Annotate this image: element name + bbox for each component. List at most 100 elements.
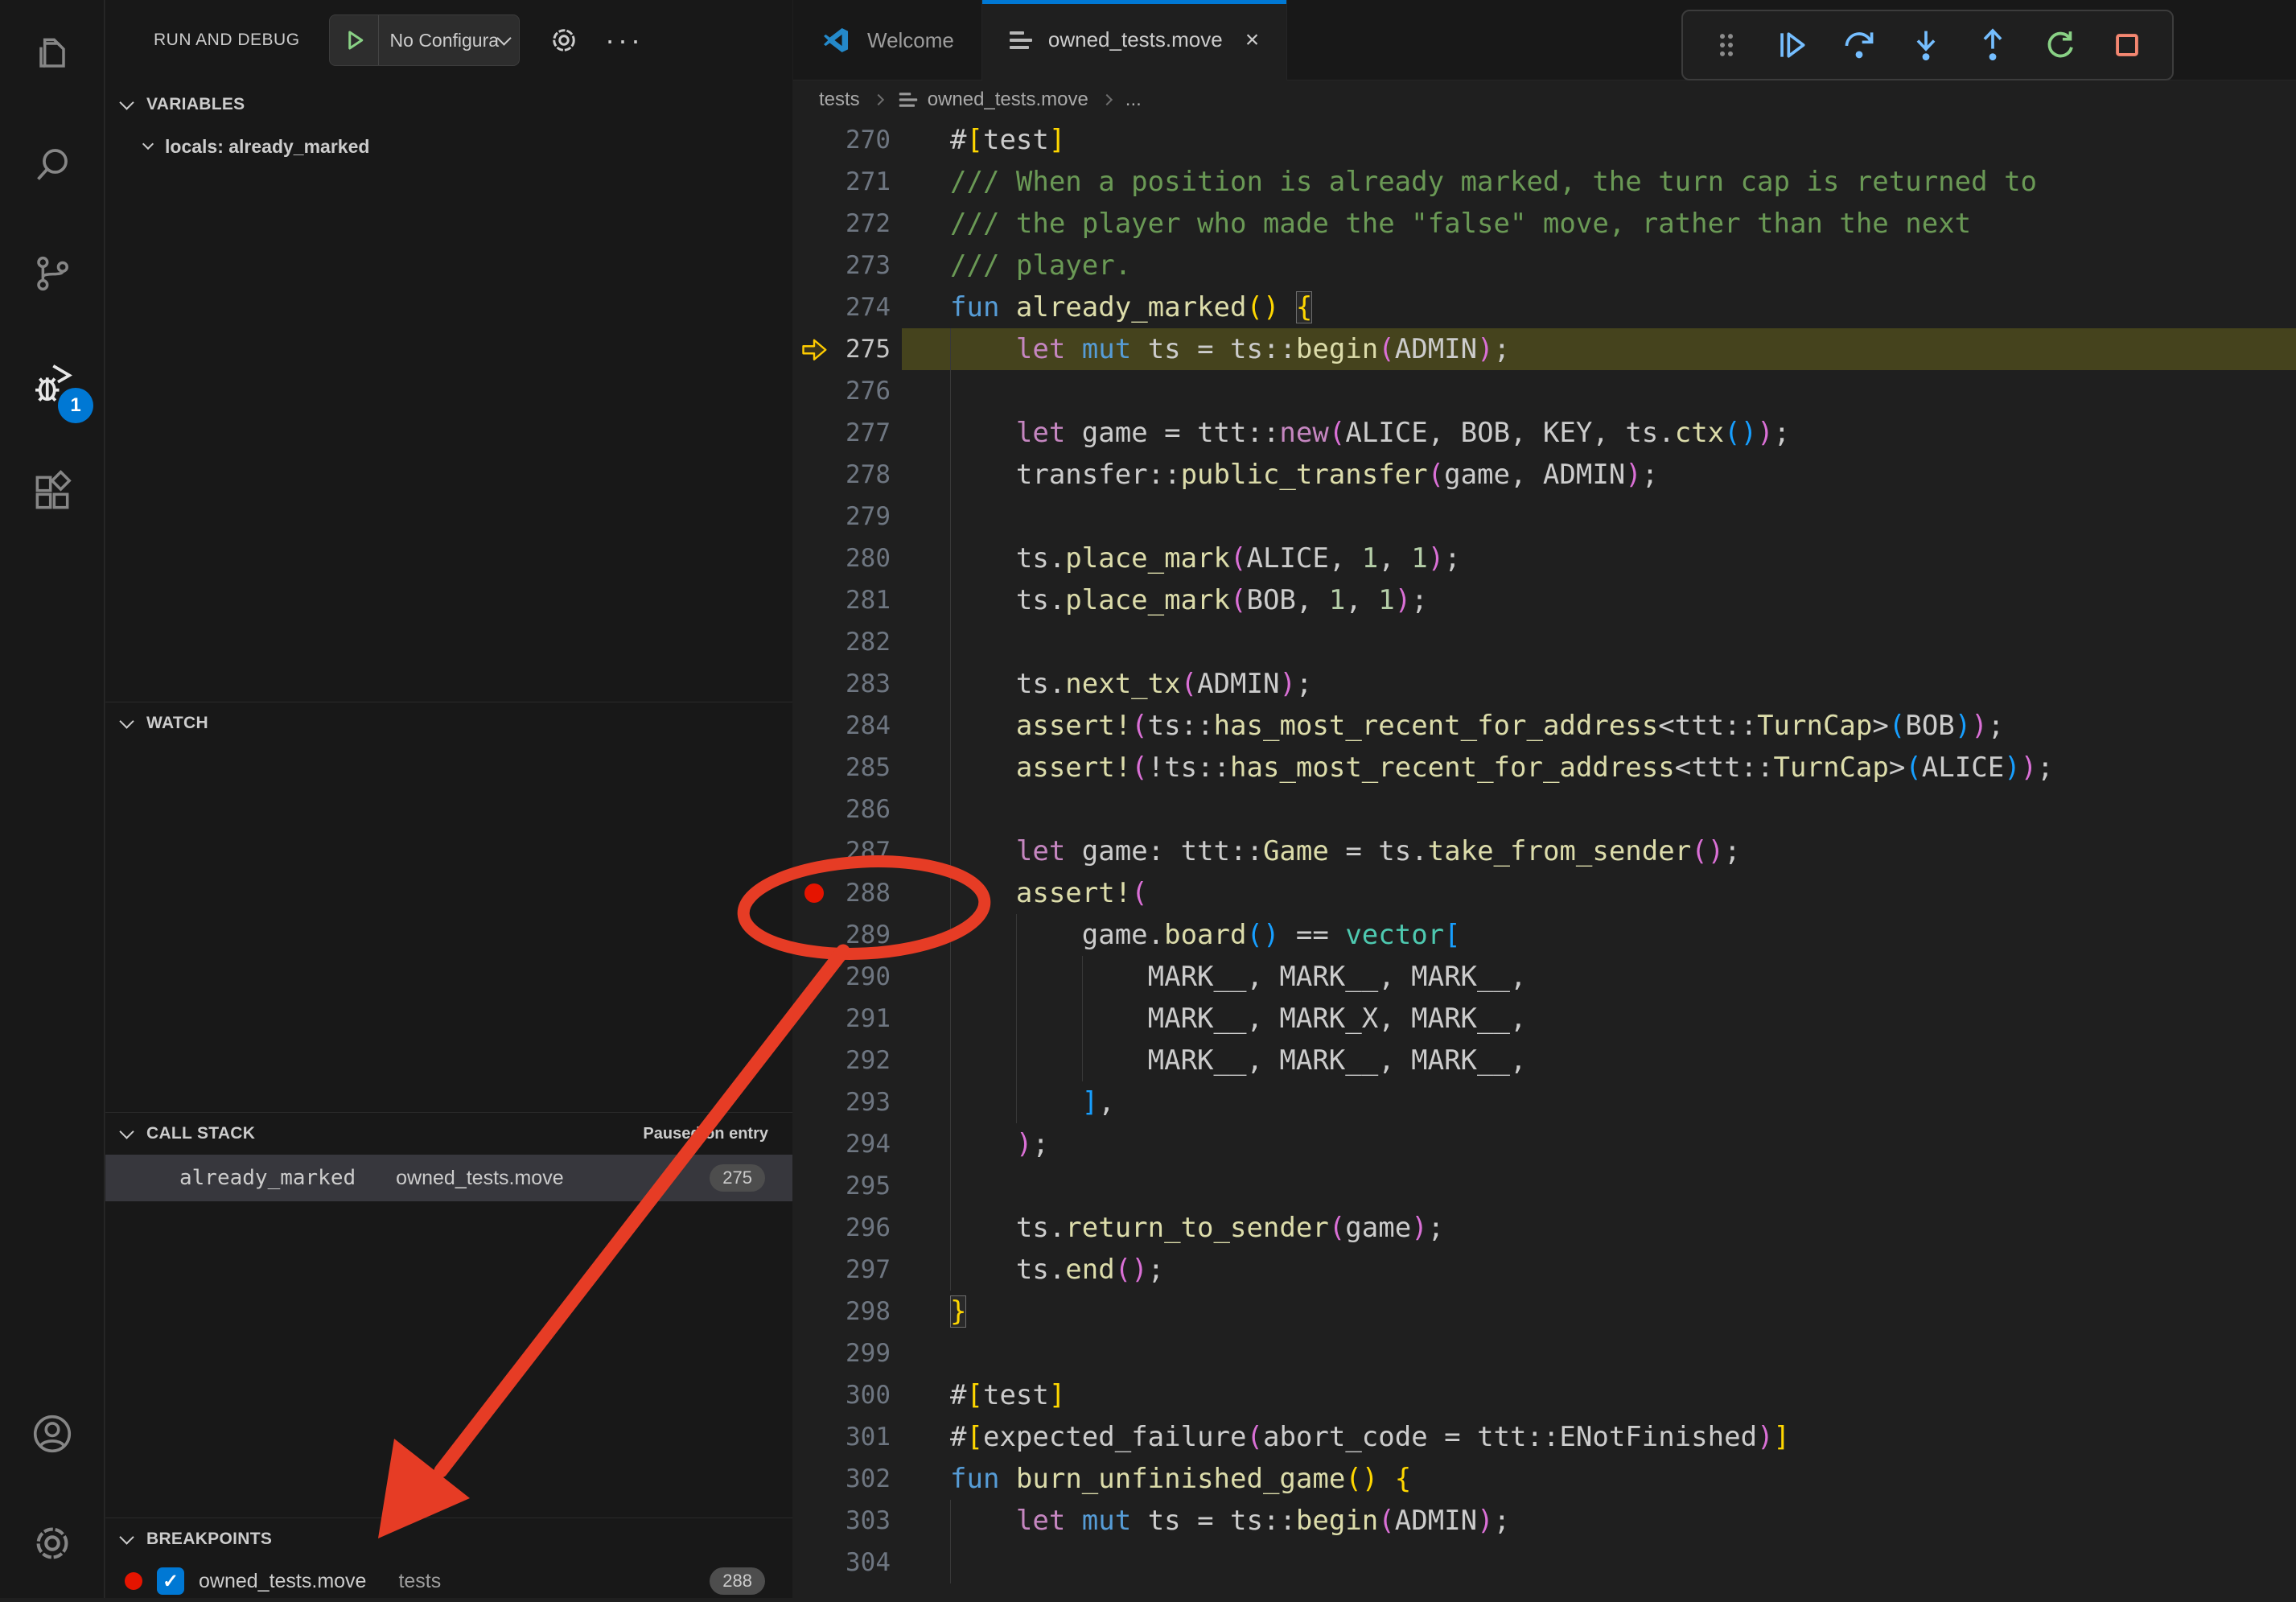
code-row-293[interactable]: 293 ],	[793, 1081, 2296, 1123]
breakpoint-dot-icon[interactable]	[793, 883, 835, 903]
code-text[interactable]: let mut ts = ts::begin(ADMIN);	[902, 1500, 2296, 1542]
debug-settings-gear-icon[interactable]	[547, 23, 581, 57]
source-control-icon[interactable]	[0, 219, 105, 328]
code-row-292[interactable]: 292 MARK__, MARK__, MARK__,	[793, 1040, 2296, 1081]
code-row-281[interactable]: 281 ts.place_mark(BOB, 1, 1);	[793, 579, 2296, 621]
variables-locals-row[interactable]: locals: already_marked	[105, 126, 792, 167]
code-row-277[interactable]: 277 let game = ttt::new(ALICE, BOB, KEY,…	[793, 412, 2296, 454]
code-text[interactable]: /// player.	[902, 245, 2296, 286]
code-row-271[interactable]: 271/// When a position is already marked…	[793, 161, 2296, 203]
code-text[interactable]: assert!(	[902, 872, 2296, 914]
code-row-297[interactable]: 297 ts.end();	[793, 1249, 2296, 1291]
close-tab-icon[interactable]: ×	[1245, 27, 1260, 54]
code-row-303[interactable]: 303 let mut ts = ts::begin(ADMIN);	[793, 1500, 2296, 1542]
code-text[interactable]: let mut ts = ts::begin(ADMIN);	[902, 328, 2296, 370]
breakpoint-row[interactable]: ✓ owned_tests.move tests 288	[105, 1560, 792, 1602]
code-text[interactable]	[902, 789, 2296, 830]
code-text[interactable]: game.board() == vector[	[902, 914, 2296, 956]
code-row-290[interactable]: 290 MARK__, MARK__, MARK__,	[793, 956, 2296, 998]
code-text[interactable]: ts.place_mark(ALICE, 1, 1);	[902, 537, 2296, 579]
code-text[interactable]: #[test]	[902, 119, 2296, 161]
code-row-301[interactable]: 301#[expected_failure(abort_code = ttt::…	[793, 1416, 2296, 1458]
run-and-debug-icon[interactable]: 1	[0, 328, 105, 438]
breakpoint-checkbox[interactable]: ✓	[157, 1567, 184, 1595]
code-row-276[interactable]: 276	[793, 370, 2296, 412]
code-row-298[interactable]: 298}	[793, 1291, 2296, 1332]
code-text[interactable]: ts.return_to_sender(game);	[902, 1207, 2296, 1249]
code-text[interactable]	[902, 496, 2296, 537]
code-text[interactable]: let game = ttt::new(ALICE, BOB, KEY, ts.…	[902, 412, 2296, 454]
code-row-273[interactable]: 273/// player.	[793, 245, 2296, 286]
code-row-283[interactable]: 283 ts.next_tx(ADMIN);	[793, 663, 2296, 705]
code-row-278[interactable]: 278 transfer::public_transfer(game, ADMI…	[793, 454, 2296, 496]
code-row-286[interactable]: 286	[793, 789, 2296, 830]
restart-icon[interactable]	[2043, 27, 2078, 63]
code-text[interactable]: ],	[902, 1081, 2296, 1123]
code-text[interactable]: ts.next_tx(ADMIN);	[902, 663, 2296, 705]
code-text[interactable]: MARK__, MARK__, MARK__,	[902, 1040, 2296, 1081]
continue-icon[interactable]	[1774, 27, 1809, 63]
tab-welcome[interactable]: Welcome	[793, 0, 982, 80]
breadcrumb-symbol[interactable]: ...	[1125, 89, 1142, 111]
start-debug-icon[interactable]	[330, 15, 379, 65]
code-row-294[interactable]: 294 );	[793, 1123, 2296, 1165]
code-row-270[interactable]: 270#[test]	[793, 119, 2296, 161]
code-text[interactable]	[902, 1332, 2296, 1374]
code-text[interactable]	[902, 1542, 2296, 1583]
code-text[interactable]: MARK__, MARK__, MARK__,	[902, 956, 2296, 998]
code-text[interactable]: /// the player who made the "false" move…	[902, 203, 2296, 245]
code-row-272[interactable]: 272/// the player who made the "false" m…	[793, 203, 2296, 245]
code-text[interactable]: ts.end();	[902, 1249, 2296, 1291]
code-row-299[interactable]: 299	[793, 1332, 2296, 1374]
breadcrumb-file[interactable]: owned_tests.move	[928, 89, 1088, 111]
code-row-280[interactable]: 280 ts.place_mark(ALICE, 1, 1);	[793, 537, 2296, 579]
step-into-icon[interactable]	[1908, 27, 1944, 63]
code-row-295[interactable]: 295	[793, 1165, 2296, 1207]
code-row-289[interactable]: 289 game.board() == vector[	[793, 914, 2296, 956]
more-actions-icon[interactable]: ···	[605, 23, 644, 57]
stop-icon[interactable]	[2109, 27, 2145, 63]
code-row-302[interactable]: 302fun burn_unfinished_game() {	[793, 1458, 2296, 1500]
code-text[interactable]	[902, 370, 2296, 412]
settings-gear-icon[interactable]	[0, 1489, 105, 1598]
code-row-285[interactable]: 285 assert!(!ts::has_most_recent_for_add…	[793, 747, 2296, 789]
extensions-icon[interactable]	[0, 438, 105, 547]
account-icon[interactable]	[0, 1379, 105, 1489]
search-icon[interactable]	[0, 109, 105, 219]
code-row-287[interactable]: 287 let game: ttt::Game = ts.take_from_s…	[793, 830, 2296, 872]
code-text[interactable]	[902, 621, 2296, 663]
code-text[interactable]	[902, 1165, 2296, 1207]
start-debug-config[interactable]: No Configura	[329, 14, 521, 66]
code-text[interactable]: ts.place_mark(BOB, 1, 1);	[902, 579, 2296, 621]
code-row-282[interactable]: 282	[793, 621, 2296, 663]
code-text[interactable]: /// When a position is already marked, t…	[902, 161, 2296, 203]
stack-frame-row[interactable]: already_marked owned_tests.move 275	[105, 1155, 792, 1201]
code-text[interactable]: }	[902, 1291, 2296, 1332]
code-text[interactable]: MARK__, MARK_X, MARK__,	[902, 998, 2296, 1040]
code-row-304[interactable]: 304	[793, 1542, 2296, 1583]
config-dropdown[interactable]: No Configura	[379, 30, 520, 51]
variables-header[interactable]: VARIABLES	[105, 84, 792, 126]
code-row-284[interactable]: 284 assert!(ts::has_most_recent_for_addr…	[793, 705, 2296, 747]
code-row-291[interactable]: 291 MARK__, MARK_X, MARK__,	[793, 998, 2296, 1040]
code-text[interactable]: let game: ttt::Game = ts.take_from_sende…	[902, 830, 2296, 872]
step-over-icon[interactable]	[1841, 27, 1877, 63]
code-text[interactable]: #[expected_failure(abort_code = ttt::ENo…	[902, 1416, 2296, 1458]
step-out-icon[interactable]	[1975, 27, 2010, 63]
watch-header[interactable]: WATCH	[105, 702, 792, 744]
code-row-300[interactable]: 300#[test]	[793, 1374, 2296, 1416]
code-text[interactable]: #[test]	[902, 1374, 2296, 1416]
breakpoints-header[interactable]: BREAKPOINTS	[105, 1518, 792, 1560]
code-row-275[interactable]: 275 let mut ts = ts::begin(ADMIN);	[793, 328, 2296, 370]
code-row-279[interactable]: 279	[793, 496, 2296, 537]
code-row-274[interactable]: 274fun already_marked() {	[793, 286, 2296, 328]
code-text[interactable]: transfer::public_transfer(game, ADMIN);	[902, 454, 2296, 496]
code-text[interactable]: fun burn_unfinished_game() {	[902, 1458, 2296, 1500]
code-text[interactable]: fun already_marked() {	[902, 286, 2296, 328]
code-row-296[interactable]: 296 ts.return_to_sender(game);	[793, 1207, 2296, 1249]
code-text[interactable]: );	[902, 1123, 2296, 1165]
explorer-icon[interactable]	[0, 0, 105, 109]
tab-owned-tests[interactable]: owned_tests.move ×	[982, 0, 1287, 80]
code-row-288[interactable]: 288 assert!(	[793, 872, 2296, 914]
breadcrumb-folder[interactable]: tests	[819, 89, 860, 111]
